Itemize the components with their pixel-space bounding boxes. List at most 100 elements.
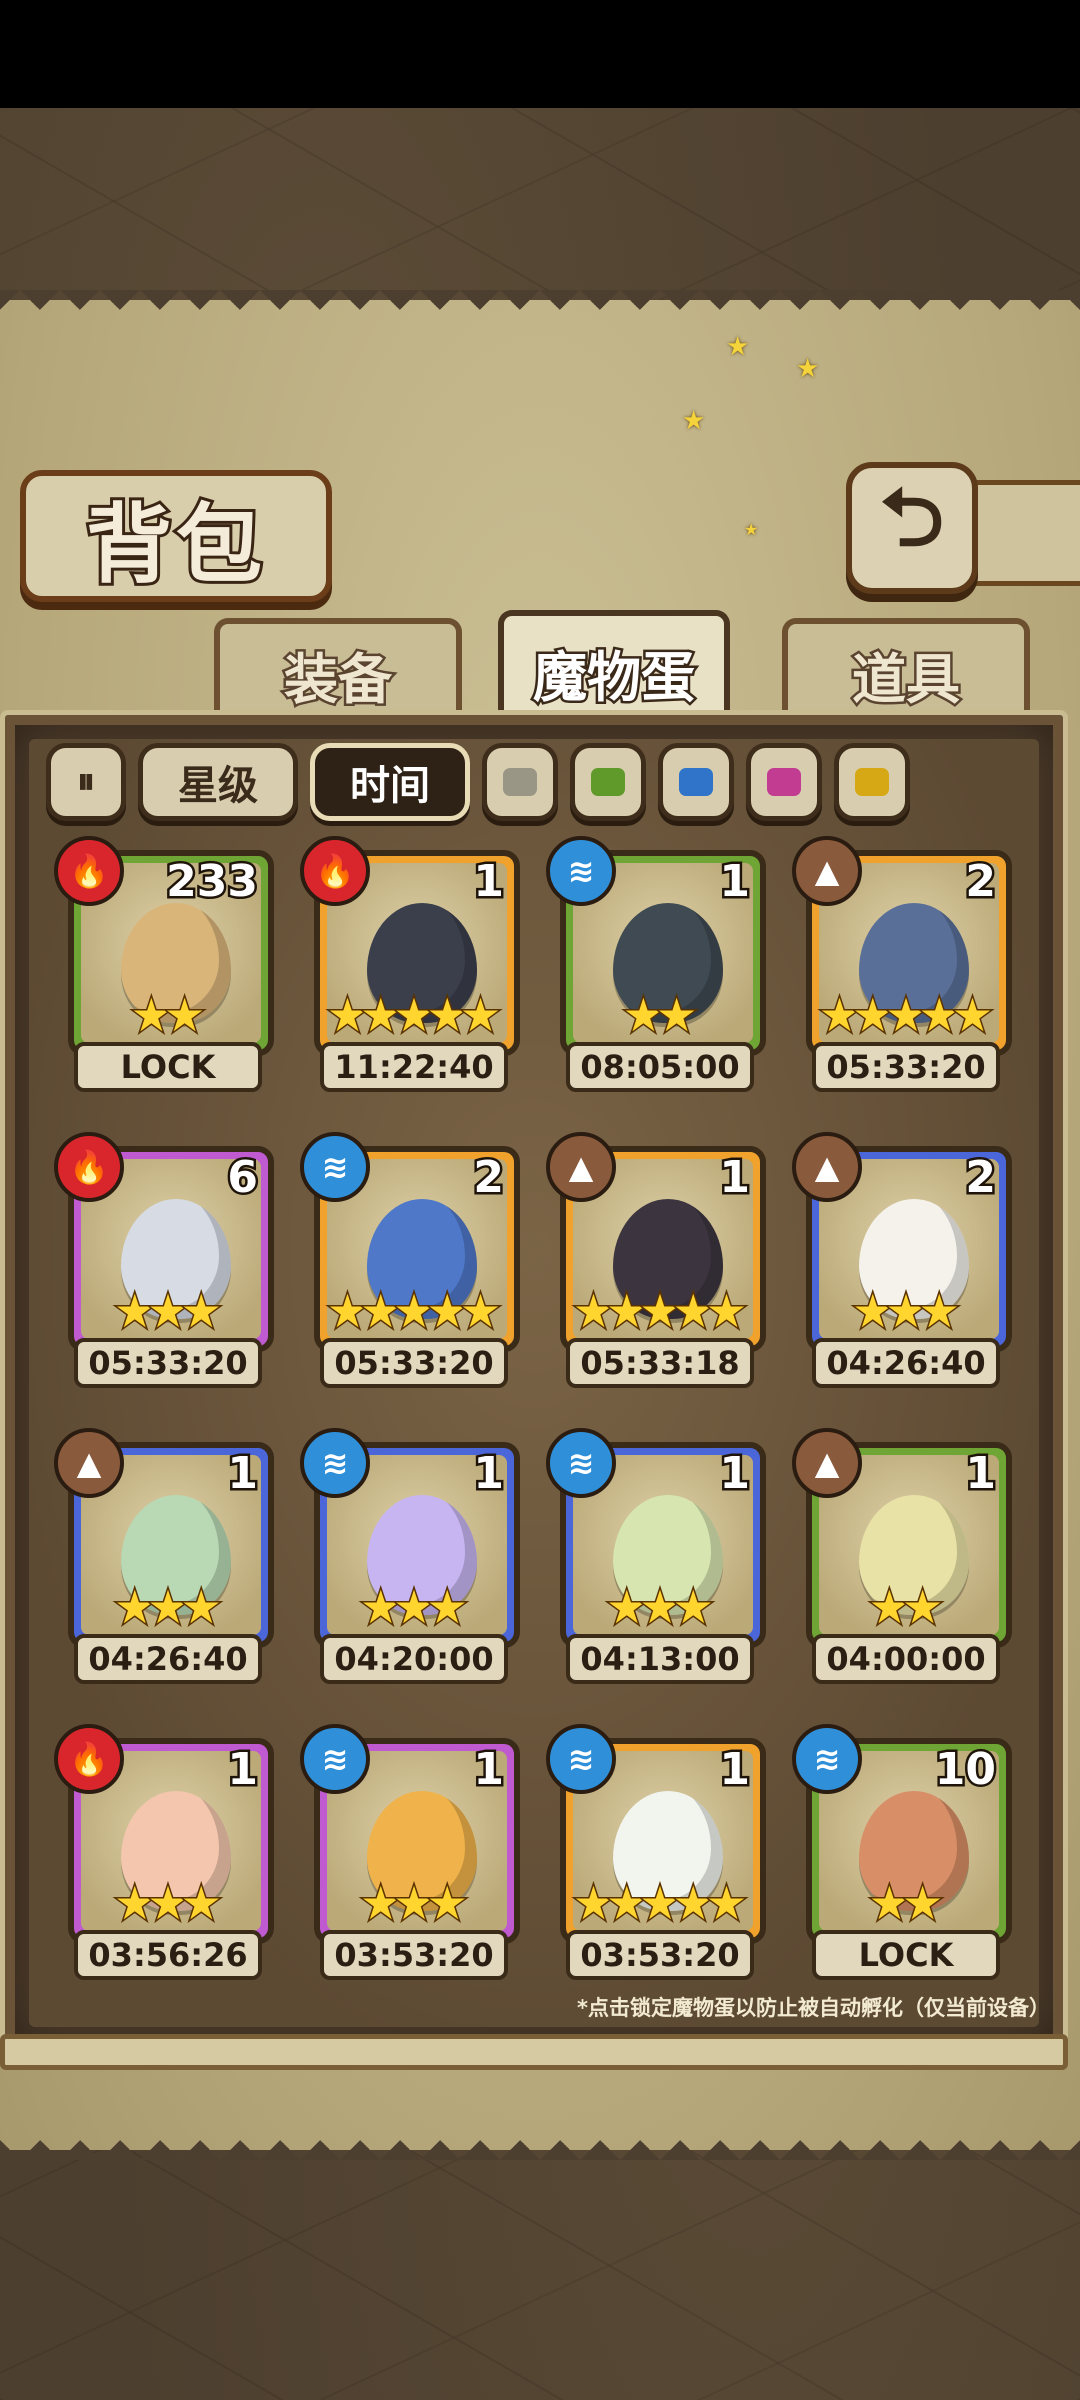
star-icon: ★ xyxy=(900,1579,944,1636)
water-element-icon: ≋ xyxy=(300,1724,370,1794)
star-icon: ★ xyxy=(359,987,403,1044)
sort-by-time-button[interactable]: 时间 xyxy=(310,743,470,821)
sparkle-star-icon: ★ xyxy=(796,354,820,384)
hatch-timer: 05:33:20 xyxy=(74,1338,262,1388)
star-icon: ★ xyxy=(851,1283,895,1340)
egg-count: 1 xyxy=(471,1742,507,1798)
egg-card[interactable]: ≋ 1 ★★★ 03:53:20 xyxy=(300,1724,520,1982)
star-icon: ★ xyxy=(867,1875,911,1932)
sort-by-star-button[interactable]: 星级 xyxy=(138,743,298,821)
hatch-timer: 05:33:18 xyxy=(566,1338,754,1388)
fire-element-icon: 🔥 xyxy=(54,1132,124,1202)
star-icon: ★ xyxy=(113,1875,157,1932)
water-element-icon: ≋ xyxy=(546,1428,616,1498)
egg-card[interactable]: ≋ 1 ★★ 08:05:00 xyxy=(546,836,766,1094)
fire-element-icon: 🔥 xyxy=(300,836,370,906)
star-icon: ★ xyxy=(146,1283,190,1340)
star-icon: ★ xyxy=(950,987,994,1044)
egg-card[interactable]: 🔥 1 ★★★ 03:56:26 xyxy=(54,1724,274,1982)
egg-card[interactable]: ≋ 10 ★★ LOCK xyxy=(792,1724,1012,1982)
egg-card[interactable]: ≋ 1 ★★★★★ 03:53:20 xyxy=(546,1724,766,1982)
star-icon: ★ xyxy=(458,1283,502,1340)
hatch-timer: 11:22:40 xyxy=(320,1042,508,1092)
filter-pink-button[interactable] xyxy=(746,743,822,821)
water-element-icon: ≋ xyxy=(300,1132,370,1202)
star-icon: ★ xyxy=(113,1283,157,1340)
hatch-timer: 04:20:00 xyxy=(320,1634,508,1684)
egg-card[interactable]: 🔥 233 ★★ LOCK xyxy=(54,836,274,1094)
filter-yellow-button[interactable] xyxy=(834,743,910,821)
egg-count: 6 xyxy=(225,1150,261,1206)
egg-card[interactable]: ▲ 2 ★★★ 04:26:40 xyxy=(792,1132,1012,1390)
star-icon: ★ xyxy=(359,1283,403,1340)
earth-element-icon: ▲ xyxy=(54,1428,124,1498)
star-icon: ★ xyxy=(359,1875,403,1932)
hatch-timer: 05:33:20 xyxy=(320,1338,508,1388)
star-icon: ★ xyxy=(146,1579,190,1636)
egg-card[interactable]: 🔥 1 ★★★★★ 11:22:40 xyxy=(300,836,520,1094)
star-rating: ★★★★★ xyxy=(552,1283,760,1340)
egg-count: 2 xyxy=(471,1150,507,1206)
egg-card[interactable]: ▲ 2 ★★★★★ 05:33:20 xyxy=(792,836,1012,1094)
star-rating: ★★ xyxy=(60,987,268,1044)
star-icon: ★ xyxy=(638,1283,682,1340)
filter-blue-button[interactable] xyxy=(658,743,734,821)
egg-card[interactable]: ▲ 1 ★★ 04:00:00 xyxy=(792,1428,1012,1686)
star-icon: ★ xyxy=(425,1579,469,1636)
egg-count: 1 xyxy=(963,1446,999,1502)
hatch-timer: 04:26:40 xyxy=(812,1338,1000,1388)
egg-count: 1 xyxy=(717,1742,753,1798)
fire-element-icon: 🔥 xyxy=(54,1724,124,1794)
star-icon: ★ xyxy=(671,1579,715,1636)
hatch-timer: 04:13:00 xyxy=(566,1634,754,1684)
star-icon: ★ xyxy=(129,987,173,1044)
sparkle-star-icon: ★ xyxy=(726,332,750,362)
egg-card[interactable]: ▲ 1 ★★★ 04:26:40 xyxy=(54,1428,274,1686)
star-rating: ★★ xyxy=(798,1579,1006,1636)
hatch-timer: 04:26:40 xyxy=(74,1634,262,1684)
egg-card[interactable]: ≋ 1 ★★★ 04:20:00 xyxy=(300,1428,520,1686)
lock-label[interactable]: LOCK xyxy=(812,1930,1000,1980)
star-rating: ★★★ xyxy=(306,1579,514,1636)
star-icon: ★ xyxy=(817,987,861,1044)
star-icon: ★ xyxy=(638,1579,682,1636)
egg-card[interactable]: ▲ 1 ★★★★★ 05:33:18 xyxy=(546,1132,766,1390)
color-swatch xyxy=(503,768,537,796)
star-icon: ★ xyxy=(571,1283,615,1340)
star-rating: ★★★ xyxy=(60,1579,268,1636)
tab-equipment[interactable]: 装备 xyxy=(214,618,462,724)
filter-green-button[interactable] xyxy=(570,743,646,821)
star-icon: ★ xyxy=(867,1579,911,1636)
back-arrow-icon: ⮌ xyxy=(879,471,945,564)
page-title: 背包 xyxy=(20,470,332,602)
star-rating: ★★★ xyxy=(60,1875,268,1932)
sort-toggle-button[interactable]: ⏸ xyxy=(46,743,126,821)
tab-items[interactable]: 道具 xyxy=(782,618,1030,724)
back-button[interactable]: ⮌ xyxy=(846,462,978,594)
color-swatch xyxy=(679,768,713,796)
filter-gray-button[interactable] xyxy=(482,743,558,821)
star-icon: ★ xyxy=(392,987,436,1044)
star-icon: ★ xyxy=(425,1875,469,1932)
egg-card[interactable]: ≋ 2 ★★★★★ 05:33:20 xyxy=(300,1132,520,1390)
egg-card[interactable]: ≋ 1 ★★★ 04:13:00 xyxy=(546,1428,766,1686)
status-bar xyxy=(0,0,1080,108)
star-rating: ★★★★★ xyxy=(306,987,514,1044)
star-rating: ★★★★★ xyxy=(306,1283,514,1340)
star-icon: ★ xyxy=(146,1875,190,1932)
lock-hint-note: *点击锁定魔物蛋以防止被自动孵化（仅当前设备） xyxy=(577,1996,1050,2020)
sparkle-star-icon: ★ xyxy=(744,520,759,539)
star-rating: ★★★ xyxy=(552,1579,760,1636)
star-icon: ★ xyxy=(392,1875,436,1932)
star-icon: ★ xyxy=(851,987,895,1044)
star-icon: ★ xyxy=(605,1875,649,1932)
sort-toggle-icon: ⏸ xyxy=(77,761,95,802)
color-swatch xyxy=(855,768,889,796)
star-icon: ★ xyxy=(392,1579,436,1636)
hatch-timer: 03:56:26 xyxy=(74,1930,262,1980)
lock-label[interactable]: LOCK xyxy=(74,1042,262,1092)
star-rating: ★★★ xyxy=(798,1283,1006,1340)
star-rating: ★★★★★ xyxy=(798,987,1006,1044)
water-element-icon: ≋ xyxy=(546,1724,616,1794)
egg-card[interactable]: 🔥 6 ★★★ 05:33:20 xyxy=(54,1132,274,1390)
